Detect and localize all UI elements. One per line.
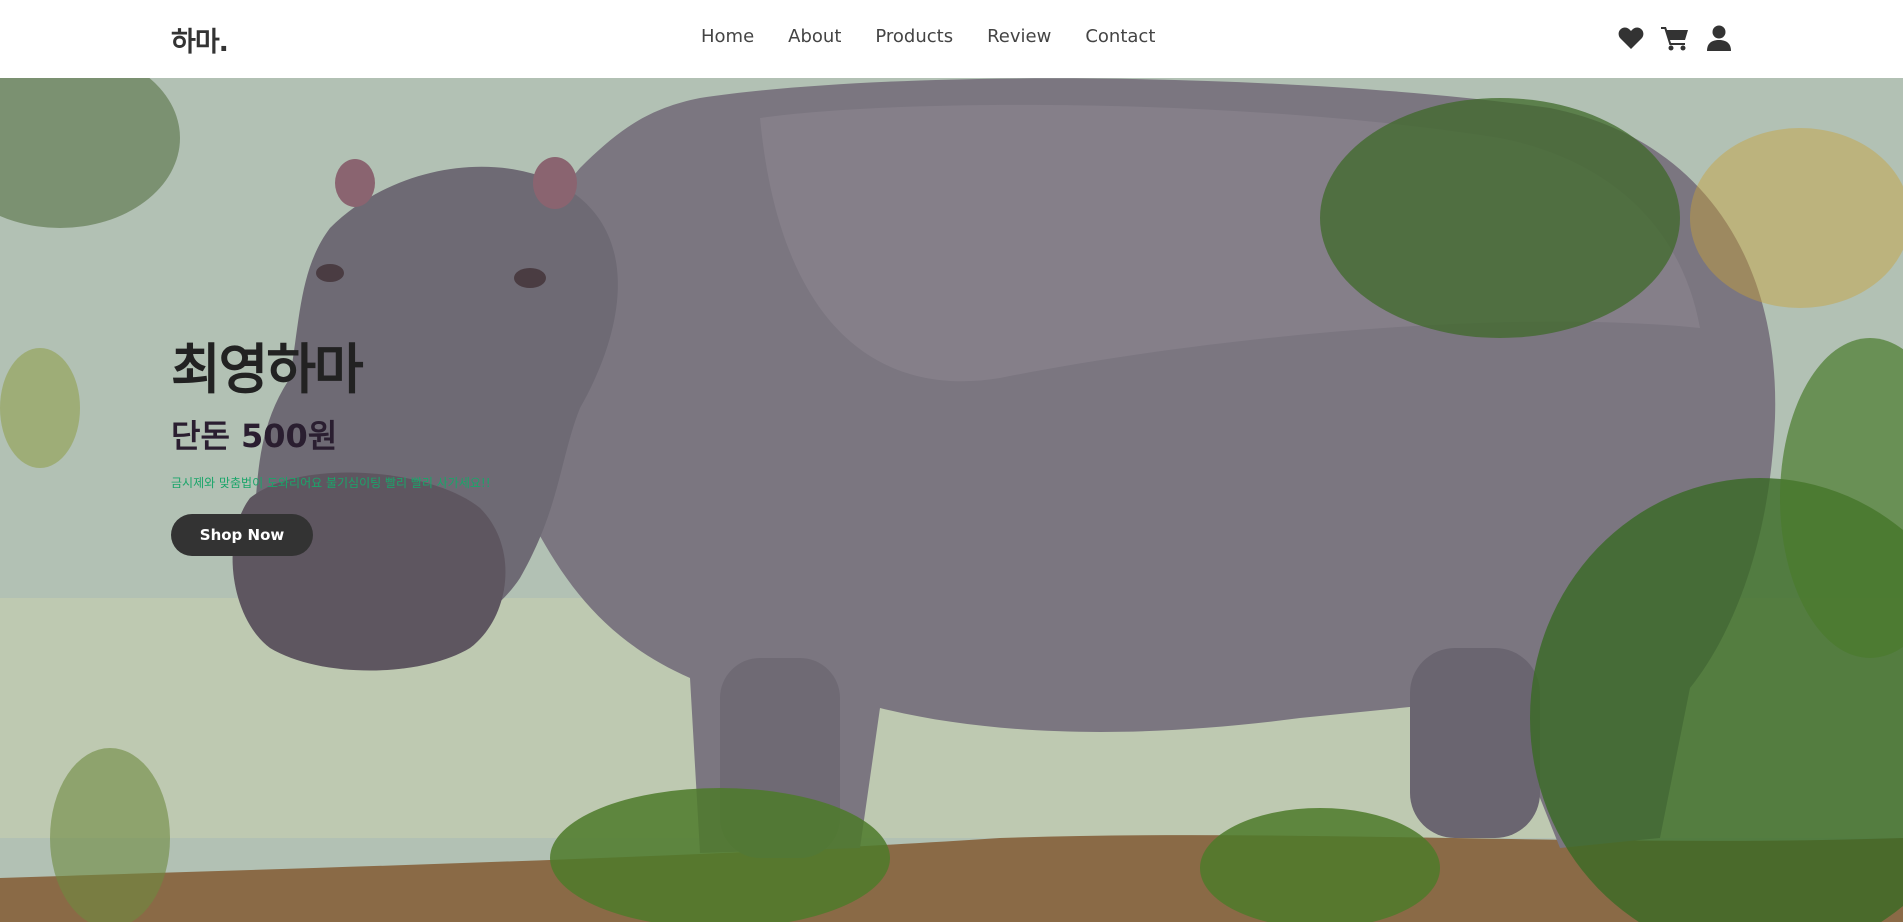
- main-nav: Home About Products Review Contact: [701, 26, 1155, 47]
- nav-review[interactable]: Review: [987, 26, 1051, 47]
- shop-now-button[interactable]: Shop Now: [171, 514, 313, 556]
- heart-icon[interactable]: [1617, 24, 1645, 52]
- logo[interactable]: 하마.: [171, 20, 229, 59]
- hero-section: 최영하마 단돈 500원 금시제와 맞춤법이 도와리어요 불기심이팅 빨리 빨리…: [0, 78, 1903, 922]
- nav-contact[interactable]: Contact: [1085, 26, 1155, 47]
- cart-icon[interactable]: [1661, 24, 1689, 52]
- header-icons: [1617, 24, 1733, 52]
- nav-home[interactable]: Home: [701, 26, 754, 47]
- hero-description: 금시제와 맞춤법이 도와리어요 불기심이팅 빨리 빨리 사가세요!!: [171, 476, 491, 490]
- hero-subtitle: 단돈 500원: [171, 417, 338, 455]
- user-icon[interactable]: [1705, 24, 1733, 52]
- hero-title: 최영하마: [171, 338, 364, 401]
- site-header: 하마. Home About Products Review Contact: [0, 0, 1903, 78]
- hero-content: 최영하마 단돈 500원 금시제와 맞춤법이 도와리어요 불기심이팅 빨리 빨리…: [171, 338, 491, 556]
- nav-about[interactable]: About: [788, 26, 841, 47]
- nav-products[interactable]: Products: [875, 26, 953, 47]
